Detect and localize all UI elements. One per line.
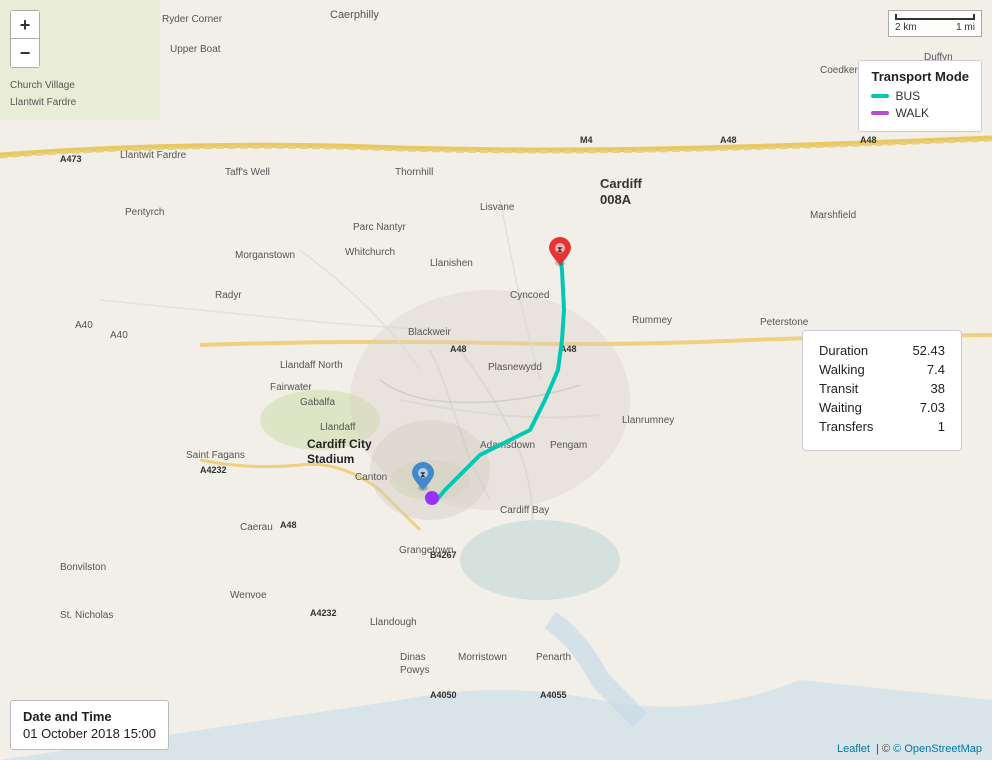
walking-label: Walking xyxy=(819,362,865,377)
svg-text:Wenvoe: Wenvoe xyxy=(230,590,267,601)
svg-text:A40: A40 xyxy=(75,320,93,331)
svg-text:A48: A48 xyxy=(860,135,877,145)
svg-text:Llantwit Fardre: Llantwit Fardre xyxy=(120,150,187,161)
info-transit: Transit 38 xyxy=(819,381,945,396)
svg-text:A473: A473 xyxy=(60,154,82,164)
svg-text:Morristown: Morristown xyxy=(458,652,507,663)
map-container: A473 M4 A48 A48 A48 A48 A4232 A48 A4232 … xyxy=(0,0,992,760)
svg-text:Saint Fagans: Saint Fagans xyxy=(186,450,245,461)
svg-text:A4232: A4232 xyxy=(310,608,337,618)
svg-text:Cyncoed: Cyncoed xyxy=(510,290,549,301)
svg-text:Llanrumney: Llanrumney xyxy=(622,415,674,426)
svg-text:Canton: Canton xyxy=(355,472,387,483)
svg-text:Blackweir: Blackweir xyxy=(408,327,451,338)
svg-text:Church Village: Church Village xyxy=(10,80,75,91)
svg-text:Ryder Corner: Ryder Corner xyxy=(162,14,223,25)
svg-text:008A: 008A xyxy=(600,192,632,207)
svg-text:Llantwit Fardre: Llantwit Fardre xyxy=(10,97,77,108)
svg-text:Llandough: Llandough xyxy=(370,617,417,628)
svg-text:Morganstown: Morganstown xyxy=(235,250,295,261)
transport-legend: Transport Mode BUS WALK xyxy=(858,60,982,132)
bus-color-swatch xyxy=(871,94,889,98)
svg-text:Llandaff North: Llandaff North xyxy=(280,360,343,371)
duration-value: 52.43 xyxy=(912,343,945,358)
svg-text:Lisvane: Lisvane xyxy=(480,202,515,213)
svg-text:A4232: A4232 xyxy=(200,465,227,475)
svg-text:A4055: A4055 xyxy=(540,690,567,700)
info-transfers: Transfers 1 xyxy=(819,419,945,434)
svg-text:Pentyrch: Pentyrch xyxy=(125,207,164,218)
svg-text:Marshfield: Marshfield xyxy=(810,210,856,221)
svg-text:Caerau: Caerau xyxy=(240,522,273,533)
legend-walk: WALK xyxy=(871,106,969,120)
zoom-controls: + − xyxy=(10,10,40,68)
scale-km: 2 km xyxy=(895,22,917,33)
leaflet-link[interactable]: Leaflet xyxy=(837,743,870,755)
svg-text:Cardiff Bay: Cardiff Bay xyxy=(500,505,549,516)
svg-text:Cardiff: Cardiff xyxy=(600,176,643,191)
svg-text:Llandaff: Llandaff xyxy=(320,422,356,433)
datetime-box[interactable]: Date and Time 01 October 2018 15:00 xyxy=(10,700,169,750)
svg-text:Llanishen: Llanishen xyxy=(430,258,473,269)
svg-text:Gabalfa: Gabalfa xyxy=(300,397,335,408)
svg-text:Bonvilston: Bonvilston xyxy=(60,562,106,573)
svg-text:A40: A40 xyxy=(110,330,128,341)
info-duration: Duration 52.43 xyxy=(819,343,945,358)
svg-text:A48: A48 xyxy=(280,520,297,530)
walk-label: WALK xyxy=(895,106,929,120)
info-waiting: Waiting 7.03 xyxy=(819,400,945,415)
datetime-value: 01 October 2018 15:00 xyxy=(23,726,156,741)
svg-text:Taff's Well: Taff's Well xyxy=(225,167,270,178)
datetime-title: Date and Time xyxy=(23,709,156,724)
svg-text:M4: M4 xyxy=(580,135,593,145)
svg-text:A48: A48 xyxy=(450,344,467,354)
svg-text:Fairwater: Fairwater xyxy=(270,382,312,393)
svg-text:St. Nicholas: St. Nicholas xyxy=(60,610,113,621)
waiting-value: 7.03 xyxy=(920,400,945,415)
transfers-label: Transfers xyxy=(819,419,873,434)
legend-bus: BUS xyxy=(871,89,969,103)
transfers-value: 1 xyxy=(938,419,945,434)
svg-text:Rummey: Rummey xyxy=(632,315,672,326)
waiting-label: Waiting xyxy=(819,400,862,415)
svg-text:Grangetown: Grangetown xyxy=(399,545,453,556)
duration-label: Duration xyxy=(819,343,868,358)
walk-color-swatch xyxy=(871,111,889,115)
legend-title: Transport Mode xyxy=(871,69,969,84)
svg-text:Peterstone: Peterstone xyxy=(760,317,809,328)
info-panel: Duration 52.43 Walking 7.4 Transit 38 Wa… xyxy=(802,330,962,451)
svg-text:Dinas: Dinas xyxy=(400,652,426,663)
bus-label: BUS xyxy=(895,89,920,103)
svg-text:Powys: Powys xyxy=(400,665,429,676)
svg-text:Thornhill: Thornhill xyxy=(395,167,433,178)
transit-value: 38 xyxy=(931,381,945,396)
osm-link[interactable]: © OpenStreetMap xyxy=(893,743,982,755)
svg-text:Plasnewydd: Plasnewydd xyxy=(488,362,542,373)
walking-value: 7.4 xyxy=(927,362,945,377)
zoom-in-button[interactable]: + xyxy=(11,11,39,39)
svg-text:Stadium: Stadium xyxy=(307,452,354,466)
scale-mi: 1 mi xyxy=(956,22,975,33)
svg-text:Penarth: Penarth xyxy=(536,652,571,663)
zoom-out-button[interactable]: − xyxy=(11,39,39,67)
map-attribution: Leaflet | © © OpenStreetMap xyxy=(837,743,982,755)
svg-text:Parc Nantyr: Parc Nantyr xyxy=(353,222,406,233)
scale-bar: 2 km 1 mi xyxy=(888,10,982,37)
info-walking: Walking 7.4 xyxy=(819,362,945,377)
transit-label: Transit xyxy=(819,381,858,396)
svg-text:Pengam: Pengam xyxy=(550,440,587,451)
svg-text:Whitchurch: Whitchurch xyxy=(345,247,395,258)
svg-text:Caerphilly: Caerphilly xyxy=(330,9,379,21)
svg-text:Cardiff City: Cardiff City xyxy=(307,437,372,451)
svg-text:A48: A48 xyxy=(720,135,737,145)
svg-text:Adamsdown: Adamsdown xyxy=(480,440,535,451)
svg-text:A48: A48 xyxy=(560,344,577,354)
svg-text:Upper Boat: Upper Boat xyxy=(170,44,221,55)
svg-text:Radyr: Radyr xyxy=(215,290,242,301)
svg-text:A4050: A4050 xyxy=(430,690,457,700)
